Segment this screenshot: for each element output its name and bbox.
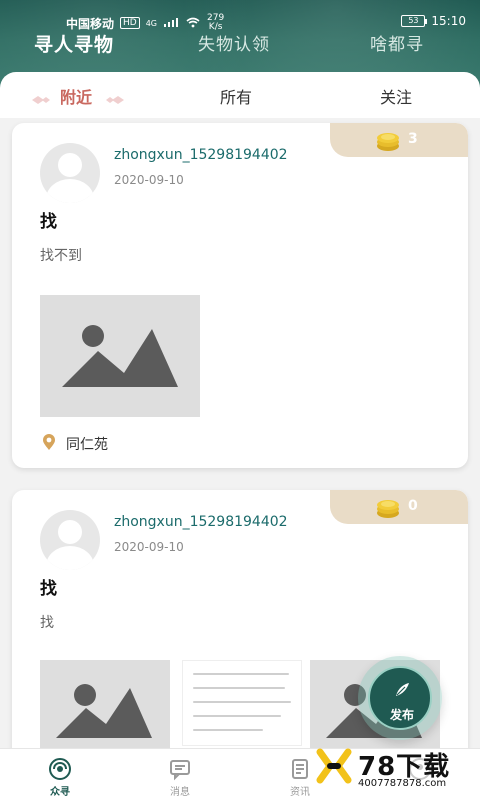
calendar-line — [193, 673, 289, 675]
post-image-placeholder[interactable] — [40, 295, 200, 417]
watermark-logo-icon — [314, 746, 354, 786]
battery-icon: 53 — [401, 15, 428, 27]
news-icon — [288, 757, 312, 781]
location-text: 同仁苑 — [66, 437, 108, 453]
publish-fab[interactable]: 发布 — [358, 656, 442, 740]
nav-messages-label: 消息 — [170, 787, 190, 798]
carrier-name: 中国移动 — [66, 16, 115, 31]
subtab-nearby[interactable]: 附近 — [60, 84, 92, 108]
post-image-placeholder[interactable] — [40, 660, 170, 760]
post-content: 找不到 — [40, 248, 82, 264]
coin-badge: 0 — [330, 490, 468, 524]
signal-icon — [163, 16, 179, 31]
post-date: 2020-09-10 — [114, 540, 184, 554]
tab-lost-found-claim[interactable]: 失物认领 — [198, 30, 270, 55]
subtab-follow[interactable]: 关注 — [380, 84, 412, 108]
avatar[interactable] — [40, 510, 100, 570]
coin-count: 3 — [408, 131, 418, 147]
post-title: 找 — [40, 212, 57, 232]
avatar-body — [46, 179, 94, 203]
hd-badge: HD — [120, 17, 140, 29]
network-type: 4G — [145, 18, 158, 28]
coin-count: 0 — [408, 498, 418, 514]
image-mountain-icon — [56, 688, 152, 738]
coins-icon — [376, 130, 404, 152]
coins-icon — [376, 497, 404, 519]
nav-crowd-search-label: 众寻 — [50, 787, 70, 798]
post-date: 2020-09-10 — [114, 173, 184, 187]
location-row: 同仁苑 — [40, 433, 108, 455]
post-title: 找 — [40, 579, 57, 599]
avatar-body — [46, 546, 94, 570]
calendar-line — [193, 701, 291, 703]
sub-tabs: 附近 所有 关注 — [0, 72, 480, 118]
bottom-nav: 众寻 消息 资讯 78下载 4007787878.com — [0, 748, 480, 800]
calendar-line — [193, 687, 285, 689]
avatar-head — [58, 153, 82, 177]
coin-badge: 3 — [330, 123, 468, 157]
watermark-url: 4007787878.com — [358, 778, 447, 789]
avatar-head — [58, 520, 82, 544]
username[interactable]: zhongxun_15298194402 — [114, 147, 288, 163]
app-root: 中国移动 HD 4G 279 K/s 53 15:10 寻人寻物 失物认领 啥都… — [0, 0, 480, 800]
clock: 15:10 — [431, 14, 466, 28]
post-card[interactable]: 3 zhongxun_15298194402 2020-09-10 找 找不到 … — [12, 123, 468, 468]
username[interactable]: zhongxun_15298194402 — [114, 514, 288, 530]
image-mountain-icon — [62, 329, 178, 387]
calendar-image[interactable] — [182, 660, 302, 746]
crowd-search-icon — [48, 757, 72, 781]
post-content: 找 — [40, 615, 54, 631]
nearby-left-ornament-icon — [30, 90, 50, 104]
nearby-right-ornament-icon — [106, 90, 126, 104]
top-tabs: 寻人寻物 失物认领 啥都寻 — [0, 30, 480, 58]
subtab-all[interactable]: 所有 — [220, 84, 252, 108]
wifi-icon — [185, 16, 201, 31]
tab-search-anything[interactable]: 啥都寻 — [370, 30, 424, 55]
watermark: 78下载 4007787878.com — [314, 744, 474, 796]
avatar[interactable] — [40, 143, 100, 203]
message-icon — [168, 757, 192, 781]
calendar-line — [193, 729, 263, 731]
location-pin-icon — [40, 433, 58, 455]
publish-label: 发布 — [389, 708, 414, 722]
tab-search-people-items[interactable]: 寻人寻物 — [34, 30, 114, 57]
feather-icon — [392, 680, 412, 700]
status-right: 53 15:10 — [401, 14, 466, 28]
publish-button[interactable]: 发布 — [368, 666, 432, 730]
calendar-line — [193, 715, 281, 717]
